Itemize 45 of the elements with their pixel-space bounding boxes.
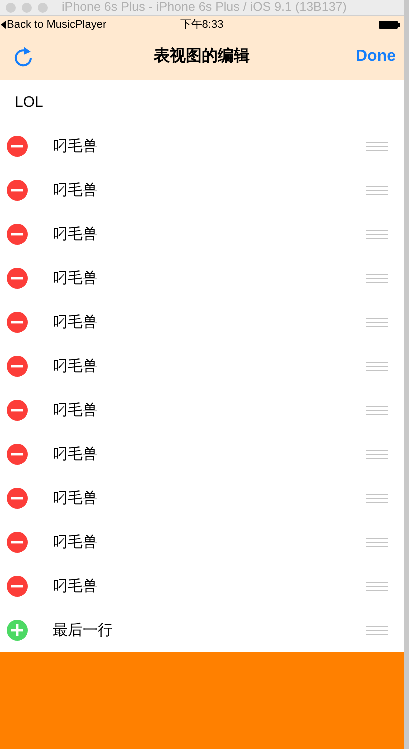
reorder-icon[interactable] [366,582,388,590]
row-label: 最后一行 [53,620,114,640]
reorder-icon[interactable] [366,362,388,370]
delete-icon[interactable] [7,356,28,376]
delete-icon[interactable] [7,576,28,596]
reorder-icon[interactable] [366,626,388,634]
row-label: 叼毛兽 [53,180,99,200]
reorder-icon[interactable] [366,274,388,282]
row-label: 叼毛兽 [53,224,99,244]
delete-icon[interactable] [7,136,28,156]
add-icon[interactable] [7,620,28,640]
refresh-icon[interactable] [13,46,34,68]
battery-icon [379,20,400,29]
row-label: 叼毛兽 [53,576,99,596]
delete-icon[interactable] [7,312,28,332]
reorder-icon[interactable] [366,230,388,238]
delete-icon[interactable] [7,180,28,200]
delete-icon[interactable] [7,268,28,288]
row-label: 叼毛兽 [53,488,99,508]
delete-icon[interactable] [7,444,28,464]
reorder-icon[interactable] [366,494,388,502]
row-label: 叼毛兽 [53,400,99,420]
reorder-icon[interactable] [366,318,388,326]
delete-icon[interactable] [7,532,28,552]
reorder-icon[interactable] [366,406,388,414]
section-header: LOL [15,94,44,110]
minimize-icon[interactable] [22,2,32,12]
reorder-icon[interactable] [366,186,388,194]
window-title: iPhone 6s Plus - iPhone 6s Plus / iOS 9.1 (13B137) [62,0,348,15]
row-label: 叼毛兽 [53,268,99,288]
row-label: 叼毛兽 [53,444,99,464]
nav-title: 表视图的编辑 [154,48,250,65]
status-time: 下午8:33 [180,19,224,31]
row-label: 叼毛兽 [53,532,99,552]
reorder-icon[interactable] [366,538,388,546]
close-icon[interactable] [6,2,16,12]
zoom-icon[interactable] [38,2,48,12]
reorder-icon[interactable] [366,142,388,150]
row-label: 叼毛兽 [53,136,99,156]
row-label: 叼毛兽 [53,356,99,376]
row-label: 叼毛兽 [53,312,99,332]
delete-icon[interactable] [7,400,28,420]
reorder-icon[interactable] [366,450,388,458]
delete-icon[interactable] [7,224,28,244]
delete-icon[interactable] [7,488,28,508]
